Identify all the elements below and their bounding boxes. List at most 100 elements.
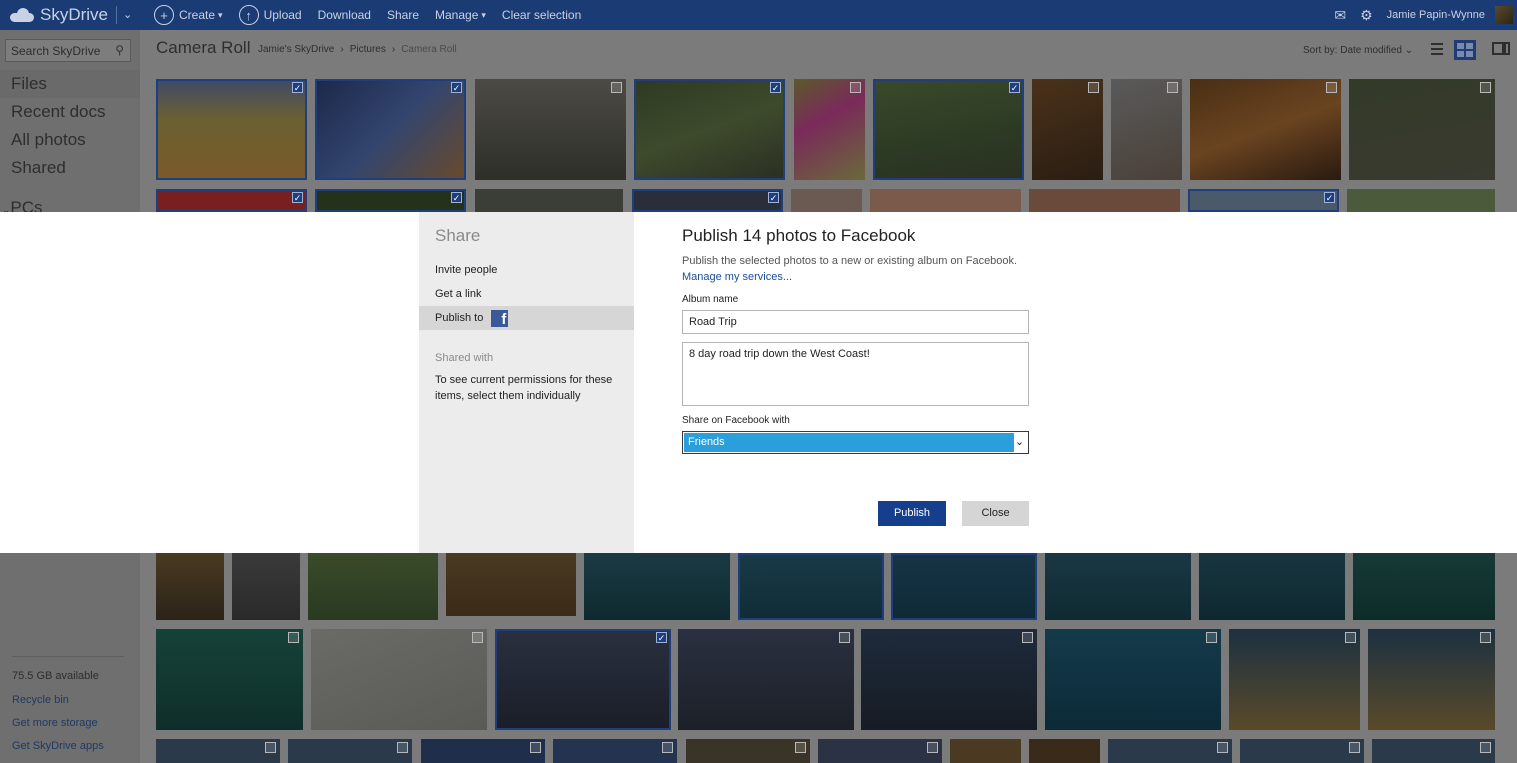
photo-tile[interactable] [1032,79,1103,180]
publish-button[interactable]: Publish [878,501,946,526]
photo-tile[interactable]: ✓ [156,189,307,212]
photo-tile[interactable] [156,553,224,620]
breadcrumb-item[interactable]: Jamie's SkyDrive [258,44,334,55]
details-pane-icon[interactable] [1492,42,1510,55]
create-button[interactable]: + Create ▾ [154,5,223,25]
sidebar-item-all-photos[interactable]: All photos [0,126,140,154]
messages-icon[interactable]: ✉ [1334,7,1346,24]
photo-tile[interactable] [1368,629,1495,730]
invite-people-option[interactable]: Invite people [419,258,634,282]
get-apps-link[interactable]: Get SkyDrive apps [12,740,104,752]
photo-tile[interactable] [794,79,865,180]
photo-tile[interactable]: ✓ [634,79,785,180]
photo-tile[interactable] [421,739,545,763]
breadcrumb-item[interactable]: Pictures [350,44,386,55]
checkbox-checked-icon[interactable]: ✓ [656,632,667,643]
checkbox-checked-icon[interactable]: ✓ [451,192,462,203]
upload-button[interactable]: ↑ Upload [238,5,302,25]
photo-tile[interactable] [1029,189,1180,212]
checkbox-icon[interactable] [1022,632,1033,643]
album-name-input[interactable] [682,310,1029,334]
thumbnail-view-icon[interactable] [1454,40,1476,60]
photo-tile[interactable] [678,629,854,730]
photo-tile[interactable] [1229,629,1360,730]
publish-to-option[interactable]: Publish to f [419,306,634,330]
album-description-textarea[interactable]: 8 day road trip down the West Coast! [682,342,1029,406]
checkbox-icon[interactable] [397,742,408,753]
photo-tile[interactable] [1045,553,1191,620]
photo-tile[interactable] [475,79,626,180]
photo-tile[interactable] [553,739,677,763]
search-icon[interactable]: ⚲ [115,43,124,57]
app-switcher-chevron-icon[interactable]: ⌄ [116,6,132,24]
photo-tile[interactable] [1029,739,1100,763]
checkbox-checked-icon[interactable]: ✓ [451,82,462,93]
sidebar-item-recent-docs[interactable]: Recent docs [0,98,140,126]
photo-tile[interactable]: ✓ [315,189,466,212]
photo-tile[interactable]: ✓ [315,79,466,180]
photo-tile[interactable] [1240,739,1364,763]
photo-tile[interactable] [1372,739,1495,763]
sort-dropdown[interactable]: Sort by: Date modified ⌄ [1303,45,1413,56]
close-button[interactable]: Close [962,501,1029,526]
get-link-option[interactable]: Get a link [419,282,634,306]
checkbox-icon[interactable] [1480,632,1491,643]
checkbox-icon[interactable] [1480,82,1491,93]
checkbox-checked-icon[interactable]: ✓ [770,82,781,93]
checkbox-icon[interactable] [530,742,541,753]
checkbox-icon[interactable] [1088,82,1099,93]
recycle-bin-link[interactable]: Recycle bin [12,694,104,706]
manage-button[interactable]: Manage ▾ [435,8,486,22]
photo-tile[interactable]: ✓ [495,629,671,730]
checkbox-icon[interactable] [662,742,673,753]
checkbox-icon[interactable] [1167,82,1178,93]
download-button[interactable]: Download [318,8,371,22]
photo-tile[interactable]: ✓ [873,79,1024,180]
avatar[interactable] [1495,6,1513,24]
photo-tile[interactable]: ✓ [1188,189,1339,212]
checkbox-checked-icon[interactable]: ✓ [292,192,303,203]
photo-tile[interactable] [156,739,280,763]
photo-tile[interactable] [1045,629,1221,730]
photo-tile[interactable] [156,629,303,730]
get-more-storage-link[interactable]: Get more storage [12,717,104,729]
photo-tile[interactable] [861,629,1037,730]
photo-tile[interactable]: ✓ [632,189,783,212]
photo-tile[interactable] [1111,79,1182,180]
checkbox-checked-icon[interactable]: ✓ [1324,192,1335,203]
photo-tile[interactable] [950,739,1021,763]
checkbox-icon[interactable] [1349,742,1360,753]
checkbox-icon[interactable] [839,632,850,643]
photo-tile[interactable] [1347,189,1495,212]
photo-tile[interactable] [686,739,810,763]
app-brand[interactable]: SkyDrive ⌄ [0,0,140,30]
checkbox-checked-icon[interactable]: ✓ [292,82,303,93]
checkbox-icon[interactable] [1480,742,1491,753]
sidebar-item-shared[interactable]: Shared [0,154,140,182]
manage-services-link[interactable]: Manage my services... [682,271,792,283]
photo-tile[interactable] [1190,79,1341,180]
user-name[interactable]: Jamie Papin-Wynne [1387,9,1485,21]
photo-tile[interactable] [891,553,1037,620]
chevron-down-icon[interactable]: ⌄ [1014,435,1025,450]
photo-tile[interactable] [308,553,438,620]
photo-tile[interactable] [818,739,942,763]
photo-tile[interactable] [288,739,412,763]
sidebar-item-files[interactable]: Files [0,70,140,98]
search-input[interactable]: Search SkyDrive ⚲ [5,39,131,62]
checkbox-icon[interactable] [1345,632,1356,643]
checkbox-icon[interactable] [288,632,299,643]
photo-tile[interactable] [1349,79,1495,180]
photo-tile[interactable] [311,629,487,730]
photo-tile[interactable]: ✓ [156,79,307,180]
checkbox-icon[interactable] [850,82,861,93]
photo-tile[interactable] [791,189,862,212]
checkbox-icon[interactable] [1206,632,1217,643]
photo-tile[interactable] [584,553,730,620]
checkbox-icon[interactable] [611,82,622,93]
photo-tile[interactable] [446,553,576,616]
audience-select[interactable]: Friends ⌄ [682,431,1029,454]
photo-tile[interactable] [475,189,623,212]
checkbox-checked-icon[interactable]: ✓ [768,192,779,203]
checkbox-icon[interactable] [472,632,483,643]
